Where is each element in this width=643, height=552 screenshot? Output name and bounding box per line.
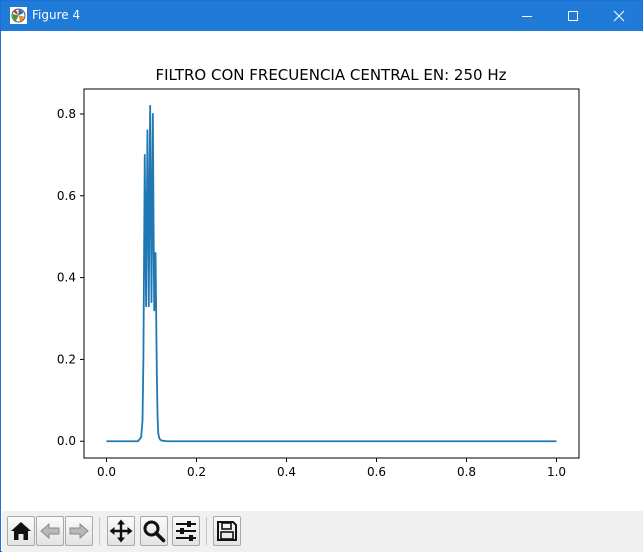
x-tick-label: 1.0 [547, 465, 566, 479]
forward-button[interactable] [65, 516, 93, 546]
home-icon [11, 522, 31, 540]
back-button[interactable] [36, 516, 64, 546]
forward-arrow-icon [69, 522, 89, 540]
x-axis: 0.0 0.2 0.4 0.6 0.8 1.0 [97, 458, 566, 479]
toolbar-separator [206, 517, 207, 545]
chart-title: FILTRO CON FRECUENCIA CENTRAL EN: 250 Hz [156, 66, 507, 84]
close-icon [613, 10, 625, 22]
minimize-button[interactable] [504, 1, 550, 31]
back-arrow-icon [40, 522, 60, 540]
y-tick-label: 0.8 [57, 107, 76, 121]
zoom-button[interactable] [140, 516, 168, 546]
y-tick-label: 0.2 [57, 352, 76, 366]
line-chart: FILTRO CON FRECUENCIA CENTRAL EN: 250 Hz… [57, 66, 580, 479]
y-axis: 0.0 0.2 0.4 0.6 0.8 [57, 107, 84, 448]
home-button[interactable] [7, 516, 35, 546]
y-tick-label: 0.0 [57, 434, 76, 448]
x-tick-label: 0.2 [187, 465, 206, 479]
series-line-0 [106, 104, 557, 443]
matplotlib-app-icon [10, 7, 27, 24]
save-button[interactable] [213, 516, 241, 546]
toolbar-separator [99, 517, 100, 545]
save-floppy-icon [217, 521, 237, 541]
navigation-toolbar [2, 511, 643, 552]
zoom-magnifier-icon [143, 520, 166, 543]
figure-canvas[interactable]: FILTRO CON FRECUENCIA CENTRAL EN: 250 Hz… [2, 31, 643, 511]
close-button[interactable] [596, 1, 642, 31]
title-bar[interactable]: Figure 4 [1, 1, 642, 31]
plot-frame [83, 88, 580, 459]
minimize-icon [522, 16, 532, 17]
x-tick-label: 0.8 [457, 465, 476, 479]
maximize-icon [568, 11, 578, 21]
x-tick-label: 0.4 [277, 465, 296, 479]
series-group [106, 104, 557, 443]
configure-subplots-icon [176, 521, 196, 541]
maximize-button[interactable] [550, 1, 596, 31]
figure-window: Figure 4 FILTRO CON FRECUENCIA CENTRAL E… [0, 0, 643, 552]
y-tick-label: 0.6 [57, 189, 76, 203]
pan-move-icon [109, 519, 133, 543]
pan-button[interactable] [107, 516, 135, 546]
configure-subplots-button[interactable] [172, 516, 200, 546]
y-tick-label: 0.4 [57, 271, 76, 285]
x-tick-label: 0.0 [97, 465, 116, 479]
x-tick-label: 0.6 [367, 465, 386, 479]
window-title: Figure 4 [32, 8, 81, 22]
